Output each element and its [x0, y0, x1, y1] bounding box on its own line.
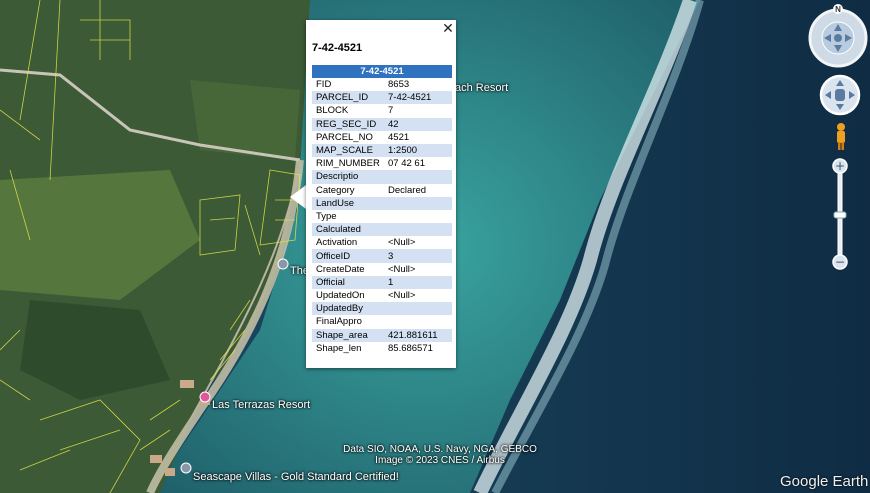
attribute-name: Type — [316, 210, 337, 222]
pan-control[interactable] — [819, 74, 861, 116]
close-button[interactable]: ✕ — [441, 22, 455, 36]
attribute-value: 421.881611 — [384, 328, 452, 342]
table-row: PARCEL_NO 4521 — [312, 131, 452, 144]
table-row: Category Declared — [312, 184, 452, 197]
marker-icon[interactable] — [277, 258, 289, 270]
attribute-name: Calculated — [312, 223, 384, 237]
street-view-icon[interactable] — [832, 122, 850, 152]
attribution-line: Image © 2023 CNES / Airbus — [375, 455, 505, 466]
attribute-name: UpdatedOn — [316, 290, 365, 302]
table-row: LandUse — [312, 196, 452, 210]
place-label[interactable]: ach Resort — [455, 82, 508, 94]
attribute-value: 85.686571 — [388, 342, 433, 354]
attribute-value — [384, 170, 452, 184]
north-indicator: N — [835, 5, 841, 14]
attribute-value: 1:2500 — [384, 143, 452, 158]
attribute-name: FID — [316, 79, 332, 91]
attribute-rows: FID 8653 PARCEL_ID 7-42-4521 BLOCK 7 REG_SEC_I… — [312, 78, 452, 355]
compass-control[interactable]: N — [808, 4, 868, 72]
attribute-name: REG_SEC_ID — [312, 117, 384, 131]
attribute-name: PARCEL_NO — [316, 131, 373, 143]
place-label[interactable]: Seascape Villas - Gold Standard Certifie… — [193, 471, 399, 483]
table-row: Calculated — [312, 223, 452, 237]
attribute-value: 07 42 61 — [388, 158, 425, 170]
attribute-name: PARCEL_ID — [312, 91, 384, 105]
zoom-out-label: − — [835, 255, 845, 269]
attribute-value: <Null> — [388, 263, 416, 275]
table-row: Shape_area 421.881611 — [312, 328, 452, 342]
table-row: BLOCK 7 — [312, 104, 452, 117]
table-row: UpdatedOn <Null> — [312, 289, 452, 302]
table-row: CreateDate <Null> — [312, 263, 452, 276]
table-row: FinalAppro — [312, 315, 452, 328]
attribute-value: 7-42-4521 — [384, 91, 452, 105]
place-label[interactable]: Las Terrazas Resort — [212, 399, 310, 411]
popup-pointer — [290, 185, 306, 209]
table-row: FID 8653 — [312, 78, 452, 91]
attribute-name: Descriptio — [312, 170, 384, 184]
attribute-value: Declared — [388, 184, 427, 196]
attribute-table: 7-42-4521 FID 8653 PARCEL_ID 7-42-4521 BLOCK… — [312, 65, 452, 355]
attribute-value: 7 — [388, 105, 394, 117]
marker-icon[interactable] — [180, 462, 192, 474]
attribute-name: RIM_NUMBER — [316, 158, 380, 170]
table-row: OfficeID 3 — [312, 249, 452, 263]
table-row: Activation <Null> — [312, 236, 452, 249]
attribute-value: <Null> — [388, 237, 416, 249]
attribute-value: <Null> — [388, 290, 416, 302]
attribution-line: Data SIO, NOAA, U.S. Navy, NGA, GEBCO — [343, 444, 537, 455]
attribute-value — [384, 196, 452, 210]
attribute-name: Activation — [316, 237, 358, 249]
attribute-value — [384, 210, 452, 223]
attribute-name: Shape_area — [312, 328, 384, 342]
attribute-name: Category — [316, 184, 355, 196]
marker-icon[interactable] — [199, 391, 211, 403]
parcel-info-popup: ✕ 7-42-4521 7-42-4521 FID 8653 PARCEL_ID 7-… — [306, 20, 456, 368]
attribute-value: 3 — [384, 249, 452, 263]
attribute-value: 1 — [384, 275, 452, 289]
attribute-name: MAP_SCALE — [312, 143, 384, 158]
table-row: RIM_NUMBER 07 42 61 — [312, 157, 452, 170]
table-row: Descriptio — [312, 170, 452, 184]
attribute-value — [384, 315, 452, 328]
attribute-name: LandUse — [312, 196, 384, 210]
attribute-value: 8653 — [388, 79, 410, 91]
google-earth-logo: Google Earth — [780, 473, 869, 490]
attribute-name: UpdatedBy — [312, 302, 384, 316]
table-row: PARCEL_ID 7-42-4521 — [312, 91, 452, 105]
attribute-value: 42 — [384, 117, 452, 131]
table-header: 7-42-4521 — [312, 65, 452, 78]
forest-area — [190, 80, 300, 160]
popup-title: 7-42-4521 — [312, 42, 363, 54]
table-row: Shape_len 85.686571 — [312, 342, 452, 355]
table-row: Official 1 — [312, 275, 452, 289]
attribute-name: Official — [312, 275, 384, 289]
hand-icon — [835, 89, 845, 101]
attribute-value — [384, 302, 452, 316]
attribute-name: OfficeID — [312, 249, 384, 263]
attribute-name: BLOCK — [316, 105, 349, 117]
table-row: MAP_SCALE 1:2500 — [312, 143, 452, 158]
eye-icon — [834, 34, 842, 42]
zoom-in-label: + — [835, 159, 845, 173]
attribute-name: FinalAppro — [316, 316, 362, 328]
table-row: Type — [312, 210, 452, 223]
attribute-value — [384, 223, 452, 237]
attribute-value: 4521 — [388, 131, 410, 143]
attribution: Data SIO, NOAA, U.S. Navy, NGA, GEBCO Im… — [320, 444, 560, 466]
table-row: UpdatedBy — [312, 302, 452, 316]
attribute-name: CreateDate — [316, 263, 365, 275]
zoom-handle[interactable] — [833, 211, 847, 219]
table-row: REG_SEC_ID 42 — [312, 117, 452, 131]
zoom-slider[interactable]: + − — [829, 155, 851, 273]
attribute-name: Shape_len — [316, 342, 362, 354]
